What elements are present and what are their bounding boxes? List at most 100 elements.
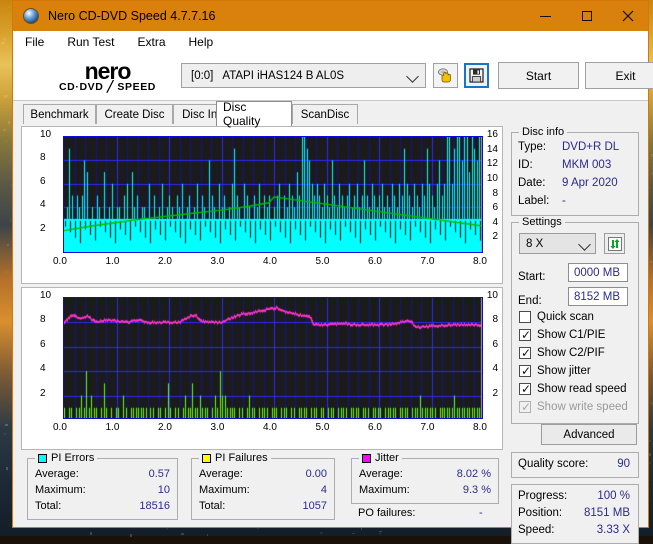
speed-value: 3.33 X (597, 524, 630, 536)
show-c2-pif-label: Show C2/PIF (537, 347, 605, 359)
axis-tick-label: 10 (40, 129, 51, 140)
axis-tick-label: 6.0 (368, 256, 382, 267)
disc-date-value: 9 Apr 2020 (562, 177, 618, 189)
disc-info-panel: Disc info Type: DVD+R DL ID: MKM 003 Dat… (511, 132, 639, 216)
maximize-button[interactable] (566, 1, 607, 31)
pi-errors-canvas (64, 137, 483, 253)
logo-wordmark: nero (35, 61, 180, 81)
save-results-button[interactable] (464, 63, 489, 88)
show-jitter-label: Show jitter (537, 365, 591, 377)
nero-disc-icon (23, 8, 39, 24)
hand-disc-icon (437, 67, 454, 84)
axis-tick-label: 10 (40, 290, 51, 301)
pi-failures-average-value: 0.00 (306, 468, 327, 480)
tab-create-disc[interactable]: Create Disc (96, 104, 173, 125)
jitter-maximum-label: Maximum: (359, 484, 410, 496)
show-c1-pie-label: Show C1/PIE (537, 329, 605, 341)
axis-tick-label: 12 (487, 158, 498, 169)
show-c2-pif-checkbox[interactable]: ✓ (519, 347, 531, 359)
disc-type-label: Type: (518, 141, 546, 153)
check-icon: ✓ (521, 329, 531, 341)
minimize-button[interactable] (525, 1, 566, 31)
axis-tick-label: 5.0 (316, 422, 330, 433)
quick-scan-checkbox[interactable] (519, 311, 531, 323)
menu-file[interactable]: File (23, 33, 46, 51)
settings-panel: Settings 8 X Start: 0000 MB End: 8152 MB… (511, 222, 639, 424)
axis-tick-label: 2 (492, 231, 498, 242)
axis-tick-label: 4 (492, 217, 498, 228)
logo-subtitle: CD·DVD ╱ SPEED (35, 81, 180, 93)
axis-tick-label: 8 (492, 314, 498, 325)
pi-failures-total-label: Total: (199, 500, 225, 512)
window-controls (525, 1, 648, 31)
jitter-stats-group: Jitter Average: 8.02 % Maximum: 9.3 % (351, 458, 499, 504)
menu-bar: File Run Test Extra Help (13, 31, 648, 53)
pi-errors-group-title: PI Errors (35, 452, 97, 464)
menu-help[interactable]: Help (187, 33, 216, 51)
settings-title: Settings (519, 216, 565, 228)
chevron-down-icon (406, 70, 419, 83)
show-write-speed-label: Show write speed (537, 401, 628, 413)
pi-failures-stats-group: PI Failures Average: 0.00 Maximum: 4 Tot… (191, 458, 335, 520)
eject-disc-button[interactable] (433, 63, 458, 88)
speed-select[interactable]: 8 X (519, 233, 596, 254)
show-read-speed-checkbox[interactable]: ✓ (519, 383, 531, 395)
menu-extra[interactable]: Extra (135, 33, 167, 51)
start-button[interactable]: Start (498, 62, 579, 89)
jitter-title-text: Jitter (375, 452, 399, 464)
tab-benchmark[interactable]: Benchmark (23, 104, 96, 125)
close-button[interactable] (607, 1, 648, 31)
axis-tick-label: 10 (487, 290, 498, 301)
axis-tick-label: 0.0 (53, 422, 67, 433)
drive-select[interactable]: [0:0] ATAPI iHAS124 B AL0S (181, 63, 426, 88)
po-failures-value: - (479, 507, 483, 519)
pi-errors-total-value: 18516 (139, 500, 170, 512)
minimize-icon (540, 16, 551, 17)
pi-errors-chart: 246810 246810121416 0.01.02.03.04.05.06.… (21, 126, 503, 284)
axis-tick-label: 4 (40, 363, 46, 374)
quality-score-label: Quality score: (518, 458, 588, 470)
refresh-arrows-icon (608, 237, 622, 251)
refresh-button[interactable] (604, 233, 625, 254)
pi-failures-chart: 246810 246810 0.01.02.03.04.05.06.07.08.… (21, 287, 503, 450)
check-icon: ✓ (521, 347, 531, 359)
chevron-down-icon (578, 238, 591, 251)
position-value: 8151 MB (584, 507, 630, 519)
jitter-color-swatch (362, 454, 371, 463)
pi-failures-maximum-label: Maximum: (199, 484, 250, 496)
end-position-label: End: (518, 295, 542, 307)
show-c1-pie-checkbox[interactable]: ✓ (519, 329, 531, 341)
start-position-label: Start: (518, 271, 545, 283)
axis-tick-label: 14 (487, 144, 498, 155)
start-position-input[interactable]: 0000 MB (568, 263, 628, 282)
menu-run-test[interactable]: Run Test (65, 33, 116, 51)
maximize-icon (582, 11, 592, 21)
axis-tick-label: 8 (40, 314, 46, 325)
axis-tick-label: 2.0 (158, 422, 172, 433)
pi-errors-stats-group: PI Errors Average: 0.57 Maximum: 10 Tota… (27, 458, 178, 520)
pi-errors-color-swatch (38, 454, 47, 463)
axis-tick-label: 3.0 (211, 422, 225, 433)
axis-tick-label: 2 (40, 223, 46, 234)
pi-failures-title-text: PI Failures (215, 452, 268, 464)
advanced-button[interactable]: Advanced (541, 424, 637, 445)
drive-index: [0:0] (191, 70, 213, 82)
nero-logo: nero CD·DVD ╱ SPEED (35, 61, 180, 93)
pi-failures-total-value: 1057 (303, 500, 327, 512)
disc-type-value: DVD+R DL (562, 141, 619, 153)
axis-tick-label: 4 (40, 199, 46, 210)
show-jitter-checkbox[interactable]: ✓ (519, 365, 531, 377)
pi-errors-average-label: Average: (35, 468, 79, 480)
axis-tick-label: 6 (40, 339, 46, 350)
po-failures-label: PO failures: (358, 507, 415, 519)
end-position-input[interactable]: 8152 MB (568, 287, 628, 306)
check-icon: ✓ (521, 365, 531, 377)
pi-errors-maximum-value: 10 (158, 484, 170, 496)
tab-disc-quality[interactable]: Disc Quality (216, 101, 292, 126)
axis-tick-label: 3.0 (211, 256, 225, 267)
exit-button[interactable]: Exit (585, 62, 653, 89)
axis-tick-label: 7.0 (421, 256, 435, 267)
application-window: Nero CD-DVD Speed 4.7.7.16 File Run Test… (12, 0, 649, 528)
pi-failures-average-label: Average: (199, 468, 243, 480)
tab-scandisc[interactable]: ScanDisc (292, 104, 358, 125)
